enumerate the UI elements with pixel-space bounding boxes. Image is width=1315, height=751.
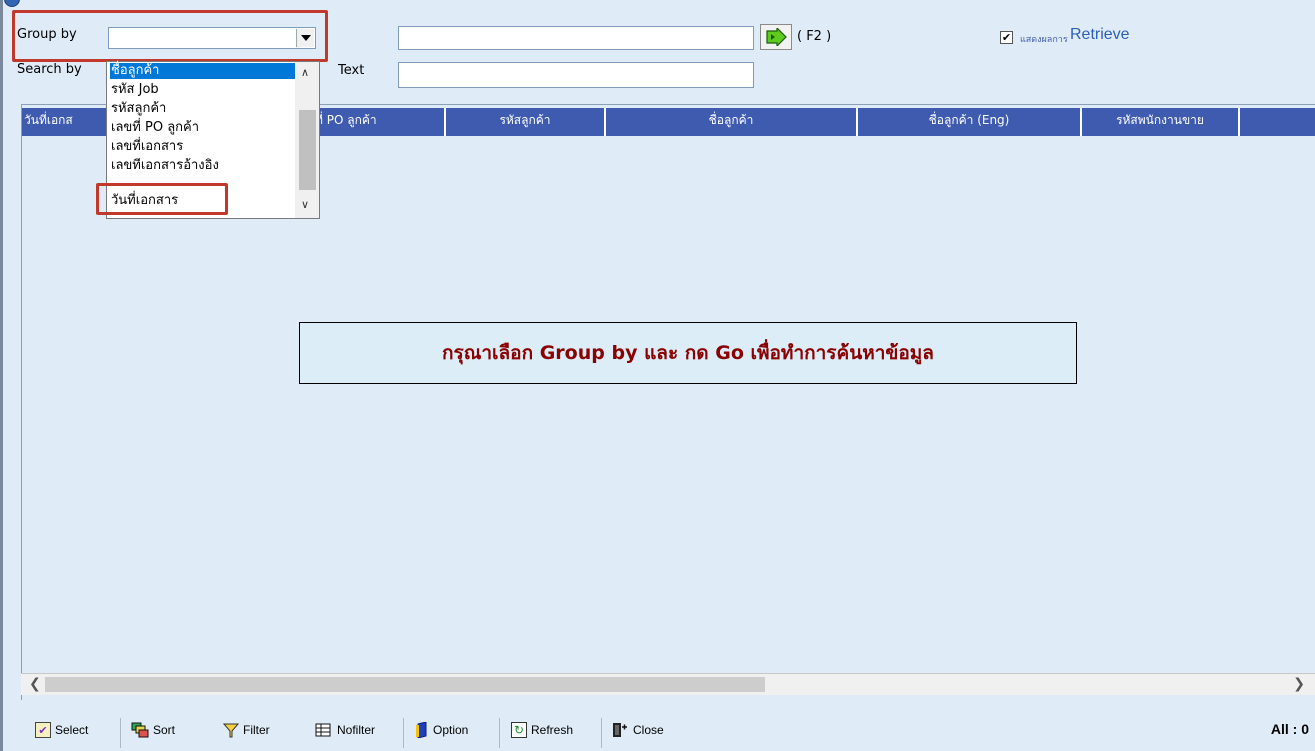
chevron-up-icon[interactable]: ∧ [301, 66, 309, 79]
horizontal-scroll-thumb[interactable] [45, 677, 765, 692]
close-button[interactable]: Close [611, 722, 664, 738]
retrieve-label: Retrieve [1070, 26, 1130, 43]
select-button[interactable]: ✔ Select [35, 722, 88, 738]
dropdown-scroll-thumb[interactable] [299, 110, 316, 190]
instruction-message: กรุณาเลือก Group by และ กด Go เพื่อทำการ… [299, 322, 1077, 384]
search-by-label: Search by [17, 62, 82, 77]
dropdown-item[interactable]: เลขที่เอกสารอ้างอิง [110, 158, 296, 170]
toolbar-separator [499, 718, 500, 748]
group-by-label: Group by [17, 27, 77, 42]
nofilter-icon [315, 723, 331, 737]
refresh-button[interactable]: ↻ Refresh [511, 722, 573, 738]
group-by-dropdown-button[interactable] [296, 29, 314, 47]
refresh-icon: ↻ [511, 722, 527, 738]
go-shortcut-label: ( F2 ) [797, 29, 832, 44]
toolbar-separator [120, 718, 121, 748]
dropdown-scrollbar[interactable]: ∧ ∨ [295, 62, 319, 218]
column-header-customer-name-eng[interactable]: ชื่อลูกค้า (Eng) [858, 108, 1082, 136]
text-input[interactable] [398, 62, 754, 88]
go-button[interactable] [760, 24, 792, 50]
sort-icon [131, 722, 149, 738]
bottom-toolbar: ✔ Select Sort Filter Nofilter Option ↻ R… [21, 712, 1315, 751]
option-button[interactable]: Option [415, 722, 468, 738]
check-icon: ✔ [1001, 31, 1012, 44]
filter-button[interactable]: Filter [223, 722, 270, 738]
chevron-down-icon [300, 35, 311, 41]
column-header-customer-code[interactable]: รหัสลูกค้า [446, 108, 606, 136]
dropdown-item[interactable]: เลขที่ PO ลูกค้า [110, 120, 296, 136]
column-header-customer-name[interactable]: ชื่อลูกค้า [606, 108, 858, 136]
filter-icon [223, 723, 239, 738]
record-count: All : 0 [1270, 721, 1309, 737]
window-frame-left [0, 0, 3, 751]
retrieve-checkbox[interactable]: ✔ [1000, 31, 1013, 44]
dropdown-item[interactable]: เลขที่เอกสาร [110, 139, 296, 155]
retrieve-prefix-label: แสดงผลการ [1020, 35, 1068, 45]
toolbar-separator [601, 718, 602, 748]
group-by-combobox[interactable] [108, 27, 316, 49]
text-label: Text [338, 63, 365, 78]
scroll-right-icon[interactable]: ❯ [1293, 676, 1305, 692]
selected-option-highlight [96, 183, 228, 215]
scroll-left-icon[interactable]: ❮ [29, 676, 41, 692]
sort-button[interactable]: Sort [131, 722, 175, 738]
column-header-salesperson-code[interactable]: รหัสพนักงานขาย [1082, 108, 1240, 136]
dropdown-item[interactable]: รหัสลูกค้า [110, 101, 296, 117]
close-door-icon [613, 723, 627, 737]
dropdown-item[interactable]: ชื่อลูกค้า [110, 63, 296, 79]
option-book-icon [416, 722, 427, 738]
column-header-doc-date[interactable]: วันที่เอกส [22, 108, 108, 136]
column-header-extra[interactable] [1240, 108, 1315, 136]
search-value-input[interactable] [398, 26, 754, 50]
app-icon [4, 0, 20, 7]
nofilter-button[interactable]: Nofilter [315, 722, 375, 738]
dropdown-item[interactable]: รหัส Job [110, 82, 296, 98]
horizontal-scrollbar[interactable]: ❮ ❯ [21, 673, 1315, 695]
chevron-down-icon[interactable]: ∨ [301, 198, 309, 211]
toolbar-separator [403, 718, 404, 748]
select-check-icon: ✔ [35, 722, 51, 738]
go-arrow-icon [766, 28, 787, 46]
